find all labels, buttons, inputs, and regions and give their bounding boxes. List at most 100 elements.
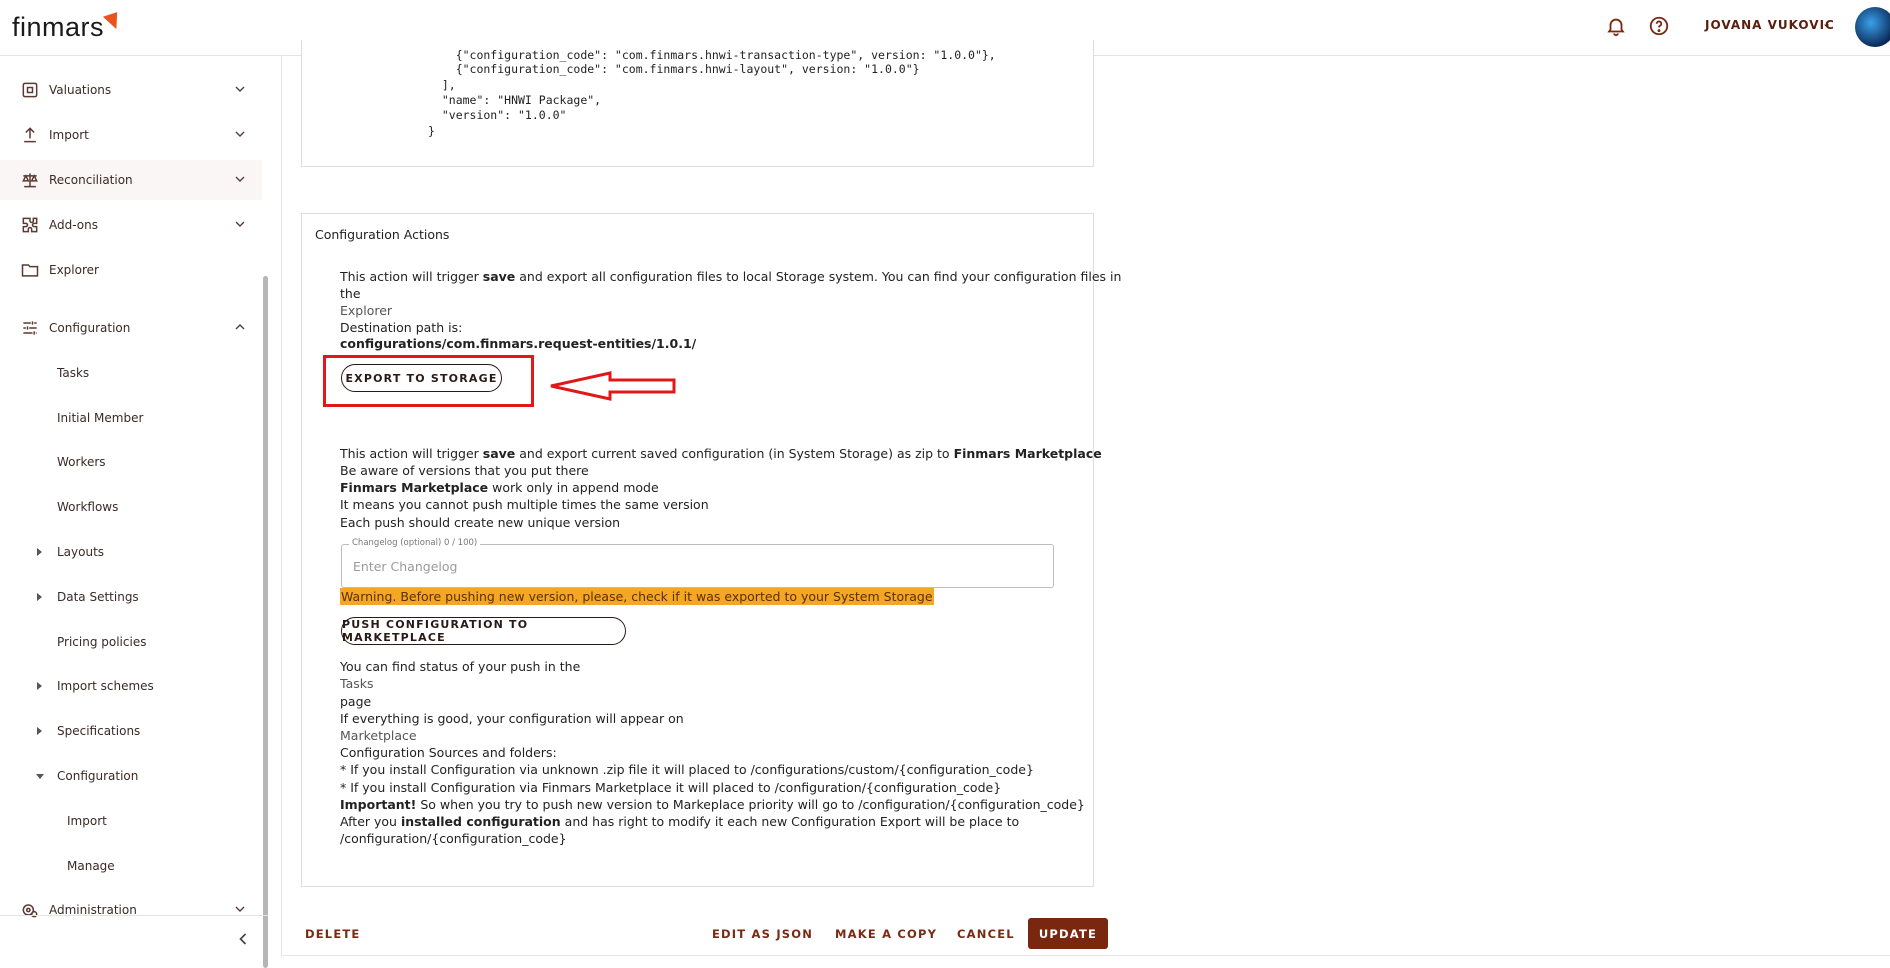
avatar[interactable]	[1855, 7, 1890, 47]
chevron-down-icon	[235, 86, 245, 92]
status-line: You can find status of your push in the	[340, 659, 581, 674]
push-line-4: It means you cannot push multiple times …	[340, 497, 709, 512]
page-word: page	[340, 694, 372, 709]
code-line: ],	[428, 78, 456, 92]
export-description-cont: the	[340, 286, 361, 301]
sidebar-item-label: Configuration	[57, 769, 139, 783]
user-name[interactable]: JOVANA VUKOVIC	[1705, 18, 1835, 32]
sidebar-item-label: Workers	[57, 455, 106, 469]
sidebar-item-valuations[interactable]: Valuations	[0, 70, 262, 110]
push-to-marketplace-button[interactable]: PUSH CONFIGURATION TO MARKETPLACE	[341, 617, 626, 645]
chevron-down-icon[interactable]: ⌄	[1822, 17, 1831, 30]
chevron-down-icon	[235, 176, 245, 182]
caret-right-icon	[37, 727, 42, 735]
changelog-placeholder[interactable]: Enter Changelog	[353, 559, 457, 574]
destination-path: configurations/com.finmars.request-entit…	[340, 336, 697, 351]
edit-as-json-button[interactable]: EDIT AS JSON	[712, 927, 813, 941]
caret-right-icon	[37, 548, 42, 556]
cancel-button[interactable]: CANCEL	[957, 927, 1015, 941]
code-line: "version": "1.0.0"	[428, 108, 567, 122]
sidebar-item-label: Import	[67, 814, 107, 828]
export-to-storage-button[interactable]: EXPORT TO STORAGE	[341, 364, 502, 392]
sidebar-item-label: Tasks	[57, 366, 90, 380]
market-line: * If you install Configuration via Finma…	[340, 780, 1002, 795]
sidebar-item-label: Data Settings	[57, 590, 139, 604]
chevron-down-icon	[235, 221, 245, 227]
sidebar-item-configuration[interactable]: Configuration	[0, 308, 262, 348]
admin-gear-icon	[22, 904, 38, 918]
sidebar-item-pricing-policies[interactable]: Pricing policies	[0, 622, 262, 662]
important-line: Important! So when you try to push new v…	[340, 797, 1085, 812]
explorer-link[interactable]: Explorer	[340, 303, 392, 318]
sidebar-item-label: Import schemes	[57, 679, 154, 693]
sidebar-item-label: Add-ons	[49, 218, 98, 232]
push-line-5: Each push should create new unique versi…	[340, 515, 621, 530]
finmars-logo[interactable]: finmars	[12, 12, 123, 43]
sidebar-item-administration[interactable]: Administration	[0, 890, 262, 930]
destination-label: Destination path is:	[340, 320, 463, 335]
sidebar-item-add-ons[interactable]: Add-ons	[0, 205, 262, 245]
caret-right-icon	[37, 682, 42, 690]
delete-button[interactable]: DELETE	[305, 927, 361, 941]
sidebar-item-configuration-sub[interactable]: Configuration	[0, 756, 262, 796]
code-line: {"configuration_code": "com.finmars.hnwi…	[428, 48, 996, 62]
bell-icon[interactable]	[1605, 15, 1627, 37]
warning-message: Warning. Before pushing new version, ple…	[340, 588, 934, 605]
red-arrow-annotation	[550, 371, 676, 401]
sidebar-item-tasks[interactable]: Tasks	[0, 353, 262, 393]
collapse-sidebar-icon[interactable]	[233, 929, 253, 949]
caret-right-icon	[37, 593, 42, 601]
puzzle-icon	[22, 217, 38, 233]
sidebar-item-label: Layouts	[57, 545, 105, 559]
sidebar-item-label: Workflows	[57, 500, 119, 514]
sidebar-divider	[0, 915, 268, 916]
sidebar-item-label: Import	[49, 128, 89, 142]
divider	[282, 955, 1890, 956]
sidebar-item-label: Specifications	[57, 724, 141, 738]
sidebar-item-label: Explorer	[49, 263, 99, 277]
sidebar-item-layouts[interactable]: Layouts	[0, 532, 262, 572]
sidebar-item-import[interactable]: Import	[0, 115, 262, 155]
code-line: "name": "HNWI Package",	[428, 93, 602, 107]
sources-line: Configuration Sources and folders:	[340, 745, 557, 760]
sidebar-item-configuration-manage[interactable]: Manage	[0, 846, 262, 886]
after-line: After you installed configuration and ha…	[340, 814, 1020, 829]
after-path: /configuration/{configuration_code}	[340, 831, 567, 846]
code-line: {"configuration_code": "com.finmars.hnwi…	[428, 62, 920, 76]
sidebar-item-data-settings[interactable]: Data Settings	[0, 577, 262, 617]
help-icon[interactable]	[1648, 15, 1670, 37]
sidebar-item-label: Configuration	[49, 321, 131, 335]
good-line: If everything is good, your configuratio…	[340, 711, 684, 726]
sidebar-scrollbar[interactable]	[263, 276, 268, 968]
sidebar-item-label: Manage	[67, 859, 115, 873]
sidebar-item-reconciliation[interactable]: Reconciliation	[0, 160, 262, 200]
sidebar-item-specifications[interactable]: Specifications	[0, 711, 262, 751]
chevron-down-icon	[235, 131, 245, 137]
sidebar-item-label: Pricing policies	[57, 635, 147, 649]
sidebar: Valuations Import Reconciliation Add-ons…	[0, 56, 282, 968]
logo-mark-icon	[102, 12, 123, 32]
push-line-2: Be aware of versions that you put there	[340, 463, 589, 478]
caret-down-icon	[36, 774, 44, 779]
folder-icon	[21, 264, 39, 277]
sidebar-item-workers[interactable]: Workers	[0, 442, 262, 482]
sidebar-item-workflows[interactable]: Workflows	[0, 487, 262, 527]
sidebar-item-initial-member[interactable]: Initial Member	[0, 398, 262, 438]
section-title: Configuration Actions	[315, 227, 450, 242]
code-line: }	[428, 124, 435, 138]
sidebar-item-label: Reconciliation	[49, 173, 133, 187]
zip-line: * If you install Configuration via unkno…	[340, 762, 1034, 777]
scale-icon	[22, 173, 38, 188]
chevron-up-icon	[235, 324, 245, 330]
changelog-label: Changelog (optional) 0 / 100)	[349, 538, 481, 548]
update-button[interactable]: UPDATE	[1028, 918, 1108, 949]
sliders-icon	[23, 321, 37, 335]
sidebar-item-import-schemes[interactable]: Import schemes	[0, 666, 262, 706]
tasks-link[interactable]: Tasks	[340, 676, 374, 691]
sidebar-item-label: Valuations	[49, 83, 112, 97]
push-line-3: Finmars Marketplace work only in append …	[340, 480, 659, 495]
sidebar-item-explorer[interactable]: Explorer	[0, 250, 262, 290]
sidebar-item-configuration-import[interactable]: Import	[0, 801, 262, 841]
marketplace-link[interactable]: Marketplace	[340, 728, 417, 743]
make-a-copy-button[interactable]: MAKE A COPY	[835, 927, 937, 941]
